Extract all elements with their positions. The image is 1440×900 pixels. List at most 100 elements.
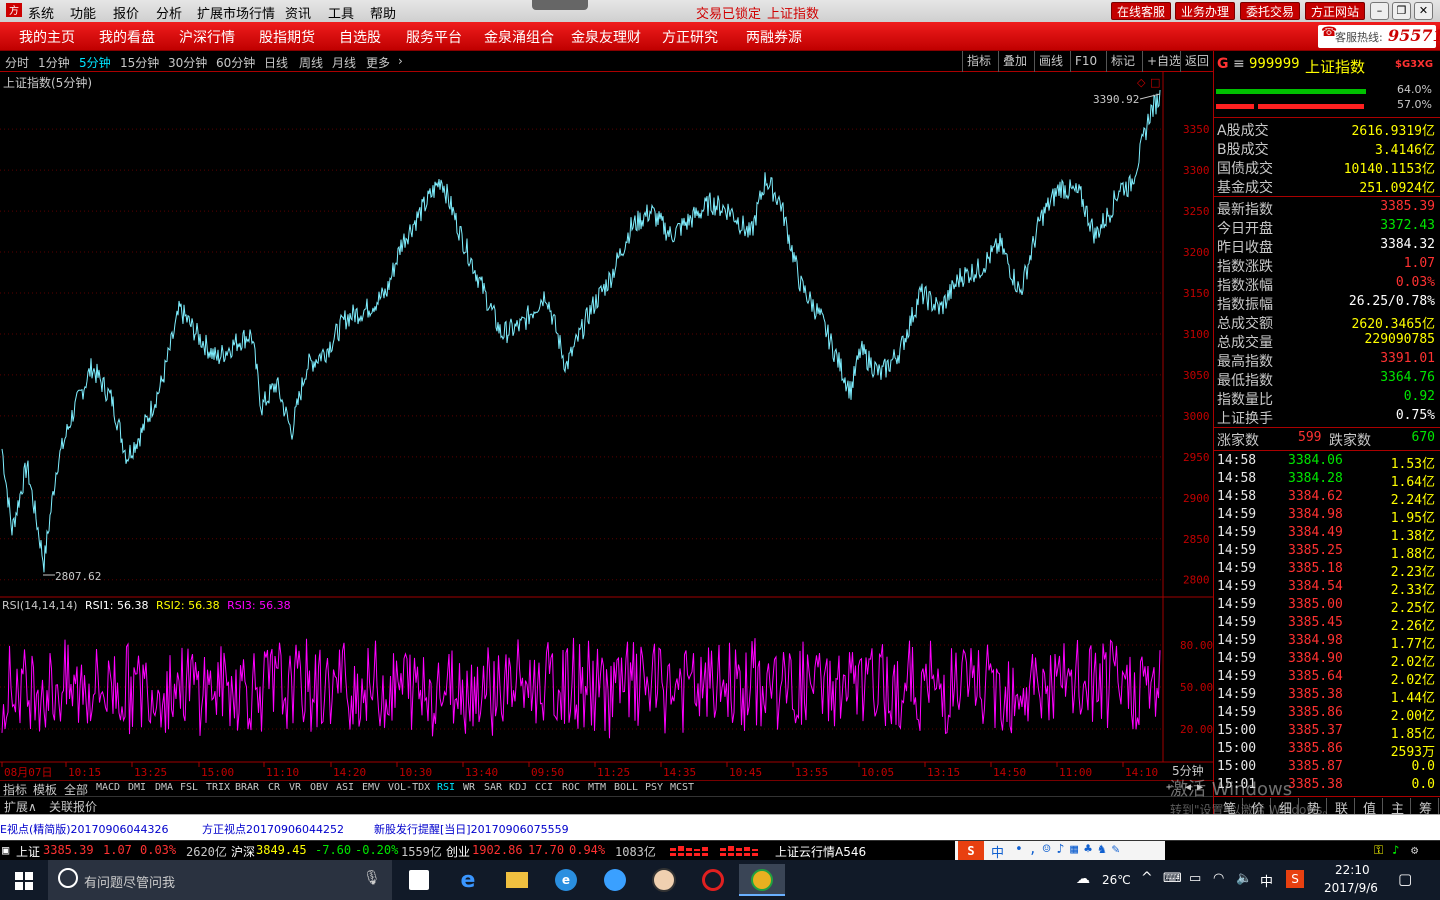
notification-icon[interactable]: ▢ — [1398, 870, 1412, 888]
settings-icon[interactable]: ⚙ — [1411, 843, 1418, 857]
expand-button[interactable]: 扩展∧ — [4, 798, 37, 815]
windows-start-icon[interactable] — [15, 872, 33, 890]
clock-date[interactable]: 2017/9/6 — [1324, 881, 1378, 895]
sh-name[interactable]: 上证 — [16, 843, 40, 860]
period-daily[interactable]: 日线 — [264, 54, 288, 71]
menu-extended-market[interactable]: 扩展市场行情 — [197, 3, 275, 22]
window-icon[interactable]: □ — [1150, 76, 1160, 89]
edge-icon[interactable]: e — [445, 864, 491, 896]
indicator-tab-roc[interactable]: ROC — [562, 782, 580, 793]
cy-name[interactable]: 创业 — [446, 843, 470, 860]
indicator-tab-trix[interactable]: TRIX — [206, 782, 230, 793]
nav-portfolio[interactable]: 金泉涌组合 — [484, 27, 554, 47]
period-more[interactable]: 更多 — [366, 54, 390, 71]
related-quotes-button[interactable]: 关联报价 — [49, 798, 97, 815]
nav-service-platform[interactable]: 服务平台 — [406, 27, 462, 47]
nav-watchlist[interactable]: 自选股 — [339, 27, 381, 47]
menu-analysis[interactable]: 分析 — [156, 3, 182, 22]
nav-research[interactable]: 方正研究 — [662, 27, 718, 47]
sogou-tray-icon[interactable]: S — [1286, 870, 1304, 888]
trade-locked-status[interactable]: 交易已锁定 — [696, 3, 761, 22]
tool-mark[interactable]: 标记 — [1106, 51, 1139, 72]
menu-tools[interactable]: 工具 — [328, 3, 354, 22]
add-indicator-icon[interactable]: + — [1166, 782, 1172, 793]
menu-help[interactable]: 帮助 — [370, 3, 396, 22]
weather-temp[interactable]: 26℃ — [1102, 873, 1131, 887]
news-item-2[interactable]: 方正视点20170906044252 — [202, 821, 344, 837]
scroll-arrows-icon[interactable]: ◀ ▶ — [1185, 782, 1203, 793]
indicator-tab-sar[interactable]: SAR — [484, 782, 502, 793]
business-button[interactable]: 业务办理 — [1175, 2, 1236, 20]
chevron-up-icon[interactable]: ^ — [1141, 870, 1153, 886]
explorer-icon[interactable] — [494, 864, 540, 896]
ime-indicator[interactable]: 中 — [1260, 871, 1273, 890]
ie-icon[interactable]: e — [543, 864, 589, 896]
indicator-tab-asi[interactable]: ASI — [336, 782, 354, 793]
indicator-tab-macd[interactable]: MACD — [96, 782, 120, 793]
nav-my-watch[interactable]: 我的看盘 — [99, 27, 155, 47]
period-15min[interactable]: 15分钟 — [120, 54, 159, 71]
news-item-1[interactable]: E视点(精简版)20170906044326 — [0, 821, 169, 837]
period-60min[interactable]: 60分钟 — [216, 54, 255, 71]
indicator-tab-brar[interactable]: BRAR — [235, 782, 259, 793]
tool-f10[interactable]: F10 — [1070, 51, 1101, 72]
menu-function[interactable]: 功能 — [70, 3, 96, 22]
founder-app-icon[interactable] — [690, 864, 736, 896]
sg-icon[interactable]: $G3XG — [1395, 59, 1433, 70]
chevron-right-icon[interactable]: › — [398, 54, 403, 68]
close-icon[interactable]: ✕ — [1414, 2, 1433, 20]
indicator-tab-fsl[interactable]: FSL — [180, 782, 198, 793]
microphone-icon[interactable]: 🎙 — [363, 870, 381, 886]
sogou-icon[interactable]: S — [958, 841, 984, 861]
ime-tools-icon[interactable]: •,☺♪▦♣♞✎ — [1015, 842, 1126, 857]
indicator-tab-kdj[interactable]: KDJ — [509, 782, 527, 793]
online-service-button[interactable]: 在线客服 — [1111, 2, 1172, 20]
menu-system[interactable]: 系统 — [28, 3, 54, 22]
tool-overlay[interactable]: 叠加 — [998, 51, 1031, 72]
nav-sh-sz-market[interactable]: 沪深行情 — [179, 27, 235, 47]
indicator-tab-rsi[interactable]: RSI — [437, 782, 455, 793]
period-1min[interactable]: 1分钟 — [38, 54, 70, 71]
tool-back[interactable]: 返回 — [1180, 51, 1213, 72]
indicator-tab-dma[interactable]: DMA — [155, 782, 173, 793]
battery-icon[interactable]: ▭ — [1189, 871, 1201, 886]
ime-mode-icon[interactable]: 中 — [991, 842, 1004, 861]
diamond-icon[interactable]: ◇ — [1137, 76, 1146, 89]
indicator-tab-obv[interactable]: OBV — [310, 782, 328, 793]
store-icon[interactable] — [396, 864, 442, 896]
cloud-quote-link[interactable]: 上证云行情A546 — [775, 843, 866, 860]
cortana-search[interactable]: 有问题尽管问我 🎙 — [48, 860, 392, 900]
tool-add-watchlist[interactable]: +自选 — [1142, 51, 1185, 72]
weather-icon[interactable]: ☁ — [1076, 871, 1090, 887]
sound-icon[interactable]: ♪ — [1392, 843, 1399, 857]
app-icon[interactable]: 方 — [6, 3, 22, 21]
minimize-icon[interactable]: – — [1370, 2, 1389, 20]
kline-chart[interactable]: 上证指数(5分钟) 3350 3300 3250 3200 3150 3100 3050 30… — [0, 72, 1213, 780]
nav-index-futures[interactable]: 股指期货 — [259, 27, 315, 47]
period-monthly[interactable]: 月线 — [332, 54, 356, 71]
avatar-app-icon[interactable] — [641, 864, 687, 896]
indicator-tab-cci[interactable]: CCI — [535, 782, 553, 793]
indicator-tab-vol-tdx[interactable]: VOL-TDX — [388, 782, 430, 793]
hotline-badge[interactable]: ☎ 客服热线: 95571 — [1318, 25, 1440, 48]
qq-browser-icon[interactable] — [592, 864, 638, 896]
tool-draw-line[interactable]: 画线 — [1034, 51, 1067, 72]
indicator-tab-boll[interactable]: BOLL — [614, 782, 638, 793]
indicator-tab-vr[interactable]: VR — [289, 782, 301, 793]
period-5min[interactable]: 5分钟 — [79, 54, 111, 71]
indicator-tab-dmi[interactable]: DMI — [128, 782, 146, 793]
nav-wealth[interactable]: 金泉友理财 — [571, 27, 641, 47]
list-icon[interactable]: ≡ — [1233, 56, 1245, 72]
news-item-3[interactable]: 新股发行提醒[当日]20170906075559 — [374, 821, 569, 837]
clock-time[interactable]: 22:10 — [1335, 863, 1370, 877]
indicator-tab-mtm[interactable]: MTM — [588, 782, 606, 793]
hs-name[interactable]: 沪深 — [231, 843, 255, 860]
lock-icon[interactable]: ⚿ — [1374, 843, 1383, 858]
wifi-icon[interactable]: ◠ — [1213, 871, 1224, 886]
indicator-tab-emv[interactable]: EMV — [362, 782, 380, 793]
nav-margin-source[interactable]: 两融券源 — [746, 27, 802, 47]
indicator-tab-cr[interactable]: CR — [268, 782, 280, 793]
indicator-tab-wr[interactable]: WR — [463, 782, 475, 793]
entrust-trade-button[interactable]: 委托交易 — [1240, 2, 1301, 20]
nav-home[interactable]: 我的主页 — [19, 27, 75, 47]
